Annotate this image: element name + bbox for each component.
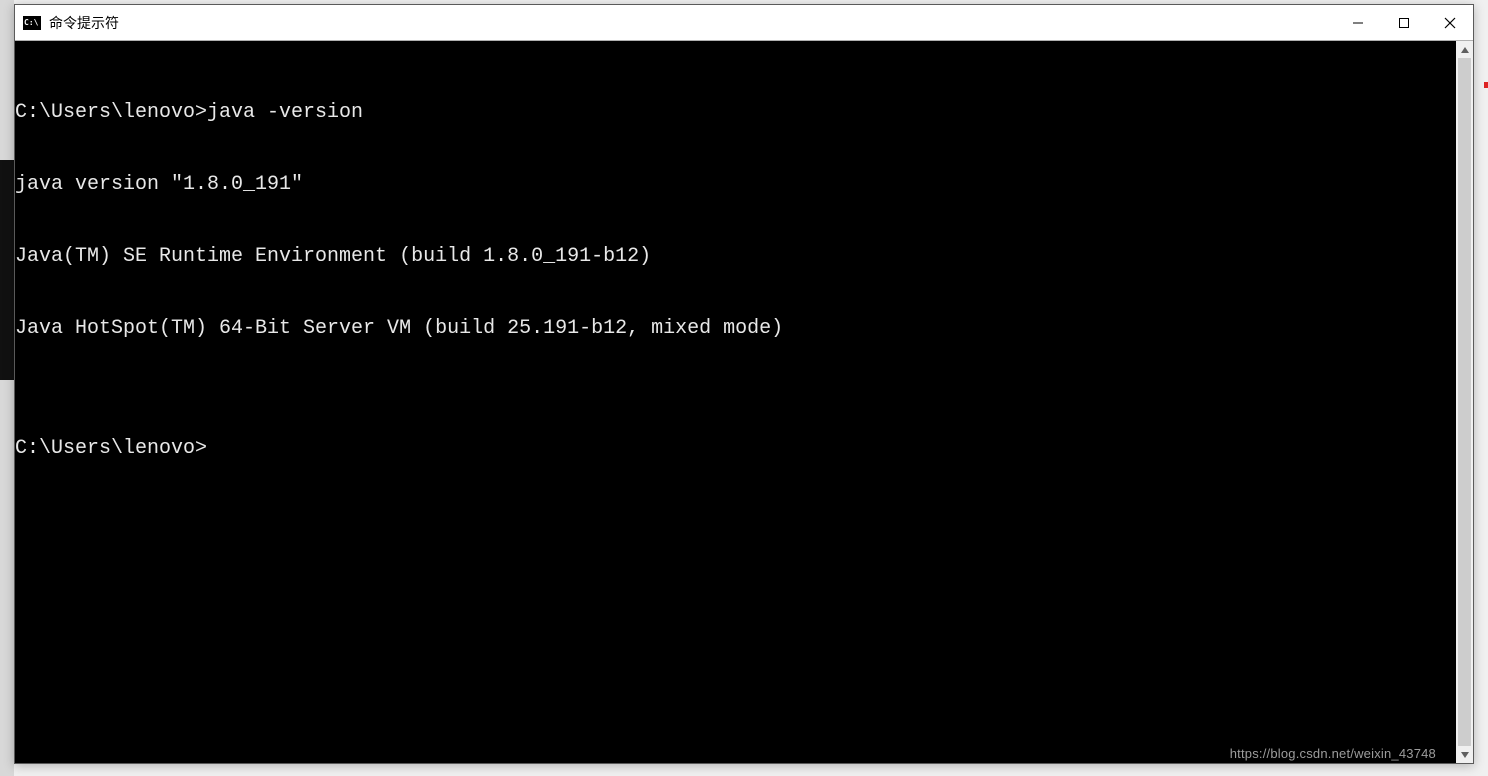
terminal-line: java version "1.8.0_191" [15, 173, 1456, 197]
scrollbar-track[interactable] [1456, 58, 1473, 746]
minimize-button[interactable] [1335, 5, 1381, 41]
window-body: C:\Users\lenovo>java -version java versi… [15, 41, 1473, 763]
minimize-icon [1352, 17, 1364, 29]
terminal-line: C:\Users\lenovo>java -version [15, 101, 1456, 125]
titlebar[interactable]: 命令提示符 [15, 5, 1473, 41]
maximize-icon [1398, 17, 1410, 29]
scroll-down-button[interactable] [1456, 746, 1473, 763]
chevron-up-icon [1461, 46, 1469, 54]
terminal-prompt-text: C:\Users\lenovo> [15, 437, 207, 460]
right-background-strip [1478, 0, 1488, 776]
window-title: 命令提示符 [49, 13, 119, 33]
scrollbar-thumb[interactable] [1458, 58, 1471, 746]
left-background-strip [0, 0, 14, 776]
watermark: https://blog.csdn.net/weixin_43748 [1230, 746, 1436, 761]
command-prompt-window: 命令提示符 C:\Users\lenovo>java -version java… [14, 4, 1474, 764]
scroll-up-button[interactable] [1456, 41, 1473, 58]
terminal-prompt-line: C:\Users\lenovo> [15, 437, 1456, 461]
vertical-scrollbar[interactable] [1456, 41, 1473, 763]
chevron-down-icon [1461, 751, 1469, 759]
left-background-dark-block [0, 160, 14, 380]
terminal-line: Java(TM) SE Runtime Environment (build 1… [15, 245, 1456, 269]
terminal-output[interactable]: C:\Users\lenovo>java -version java versi… [15, 41, 1456, 763]
close-icon [1444, 17, 1456, 29]
terminal-line: Java HotSpot(TM) 64-Bit Server VM (build… [15, 317, 1456, 341]
terminal-cursor [207, 440, 218, 460]
maximize-button[interactable] [1381, 5, 1427, 41]
right-red-accent [1484, 82, 1488, 88]
close-button[interactable] [1427, 5, 1473, 41]
cmd-icon [23, 16, 41, 30]
